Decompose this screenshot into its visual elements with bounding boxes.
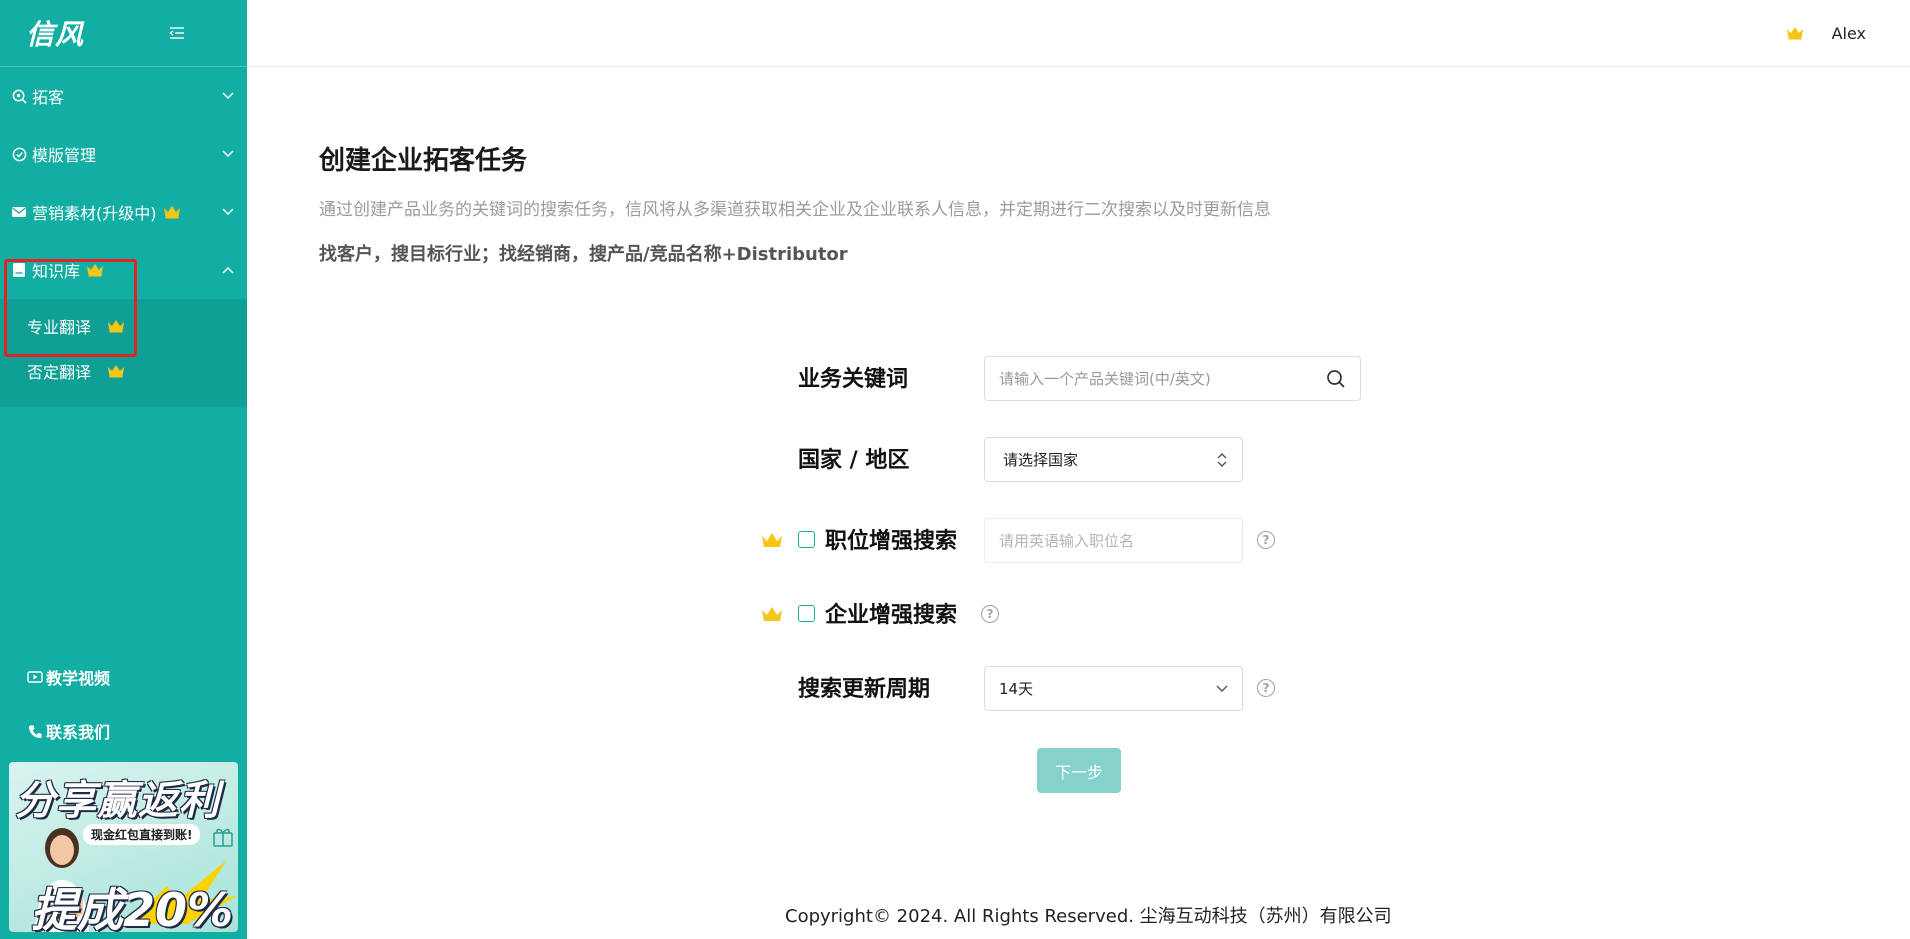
keyword-input[interactable]: 请输入一个产品关键词(中/英文) (984, 356, 1361, 401)
sidebar-menu: 拓客 模版管理 营销素材(升级中) 知识库 专业翻译 否定翻译 (0, 67, 247, 407)
search-target-icon (10, 87, 28, 105)
period-select[interactable]: 14天 (984, 666, 1243, 711)
country-select[interactable]: 请选择国家 (984, 437, 1243, 482)
phone-icon (26, 722, 44, 740)
app: 信风 拓客 模版管理 营销素材(升级中) 知识库 专业翻译 否定翻译 教学视频 … (0, 0, 1910, 939)
sidebar-bottom-links: 教学视频 联系我们 (0, 650, 247, 758)
company-enhance-label: 企业增强搜索 (825, 603, 958, 628)
position-placeholder: 请用英语输入职位名 (999, 532, 1135, 550)
gift-icon (213, 828, 233, 847)
keyword-label: 业务关键词 (798, 367, 909, 392)
knowledge-base-submenu: 专业翻译 否定翻译 (0, 299, 247, 407)
user-name[interactable]: Alex (1832, 24, 1866, 43)
chevron-down-icon (221, 205, 235, 219)
crown-icon[interactable] (1786, 26, 1804, 40)
sidebar-item-tuoke[interactable]: 拓客 (0, 67, 247, 125)
sort-arrows-icon (1216, 452, 1228, 468)
tutorial-video-link[interactable]: 教学视频 (0, 650, 247, 704)
sidebar-item-label: 模版管理 (32, 146, 97, 165)
period-help-icon[interactable]: ? (1257, 679, 1275, 697)
country-label: 国家 / 地区 (798, 448, 910, 473)
check-circle-icon (10, 145, 28, 163)
mail-icon (10, 203, 28, 221)
sidebar-item-label: 专业翻译 (27, 317, 92, 337)
bottom-link-label: 教学视频 (46, 669, 111, 688)
sidebar: 信风 拓客 模版管理 营销素材(升级中) 知识库 专业翻译 否定翻译 教学视频 … (0, 0, 247, 939)
page-title: 创建企业拓客任务 (319, 146, 528, 176)
sidebar-item-negative-translation[interactable]: 否定翻译 (0, 348, 247, 393)
sidebar-item-label: 否定翻译 (27, 362, 92, 382)
crown-icon (762, 607, 782, 621)
search-icon[interactable] (1326, 369, 1346, 389)
sidebar-item-knowledge-base[interactable]: 知识库 (0, 241, 247, 299)
sidebar-item-label: 拓客 (32, 88, 65, 107)
chevron-down-icon (221, 89, 235, 103)
crown-icon (107, 319, 125, 333)
logo-bar: 信风 (0, 0, 247, 67)
company-enhance-checkbox[interactable] (798, 605, 815, 622)
chevron-up-icon (221, 263, 235, 277)
country-select-value: 请选择国家 (1003, 451, 1079, 469)
sidebar-item-templates[interactable]: 模版管理 (0, 125, 247, 183)
period-label: 搜索更新周期 (798, 677, 931, 702)
page-description: 通过创建产品业务的关键词的搜索任务，信风将从多渠道获取相关企业及企业联系人信息，… (319, 200, 1271, 220)
chevron-down-icon (1216, 685, 1228, 693)
keyword-placeholder: 请输入一个产品关键词(中/英文) (999, 370, 1211, 388)
crown-icon (107, 364, 125, 378)
top-header: Alex (247, 0, 1910, 67)
sidebar-item-label: 营销素材(升级中) (32, 204, 157, 223)
sidebar-item-pro-translation[interactable]: 专业翻译 (0, 303, 247, 348)
video-icon (26, 668, 44, 686)
crown-icon (86, 263, 104, 277)
footer-copyright: Copyright© 2024. All Rights Reserved. 尘海… (785, 906, 1392, 927)
contact-us-link[interactable]: 联系我们 (0, 704, 247, 758)
promo-commission-text: 提成20% (31, 883, 234, 932)
position-enhance-label: 职位增强搜索 (825, 529, 958, 554)
crown-icon (163, 205, 181, 219)
next-step-button[interactable]: 下一步 (1037, 748, 1121, 793)
sidebar-item-marketing[interactable]: 营销素材(升级中) (0, 183, 247, 241)
sidebar-item-label: 知识库 (32, 262, 81, 281)
position-help-icon[interactable]: ? (1257, 531, 1275, 549)
promo-subtitle: 现金红包直接到账! (83, 824, 201, 845)
page-tip: 找客户，搜目标行业；找经销商，搜产品/竞品名称+Distributor (319, 244, 848, 265)
app-logo[interactable]: 信风 (26, 13, 84, 53)
crown-icon (762, 533, 782, 547)
bottom-link-label: 联系我们 (46, 723, 111, 742)
main-content: 创建企业拓客任务 通过创建产品业务的关键词的搜索任务，信风将从多渠道获取相关企业… (247, 67, 1910, 939)
company-help-icon[interactable]: ? (981, 605, 999, 623)
book-icon (10, 261, 28, 279)
chevron-down-icon (221, 147, 235, 161)
position-enhance-checkbox[interactable] (798, 531, 815, 548)
period-select-value: 14天 (999, 680, 1034, 698)
promo-banner[interactable]: 分享赢返利 现金红包直接到账! 提成20% (9, 762, 238, 932)
collapse-menu-icon[interactable] (169, 25, 185, 41)
position-input[interactable]: 请用英语输入职位名 (984, 518, 1243, 563)
